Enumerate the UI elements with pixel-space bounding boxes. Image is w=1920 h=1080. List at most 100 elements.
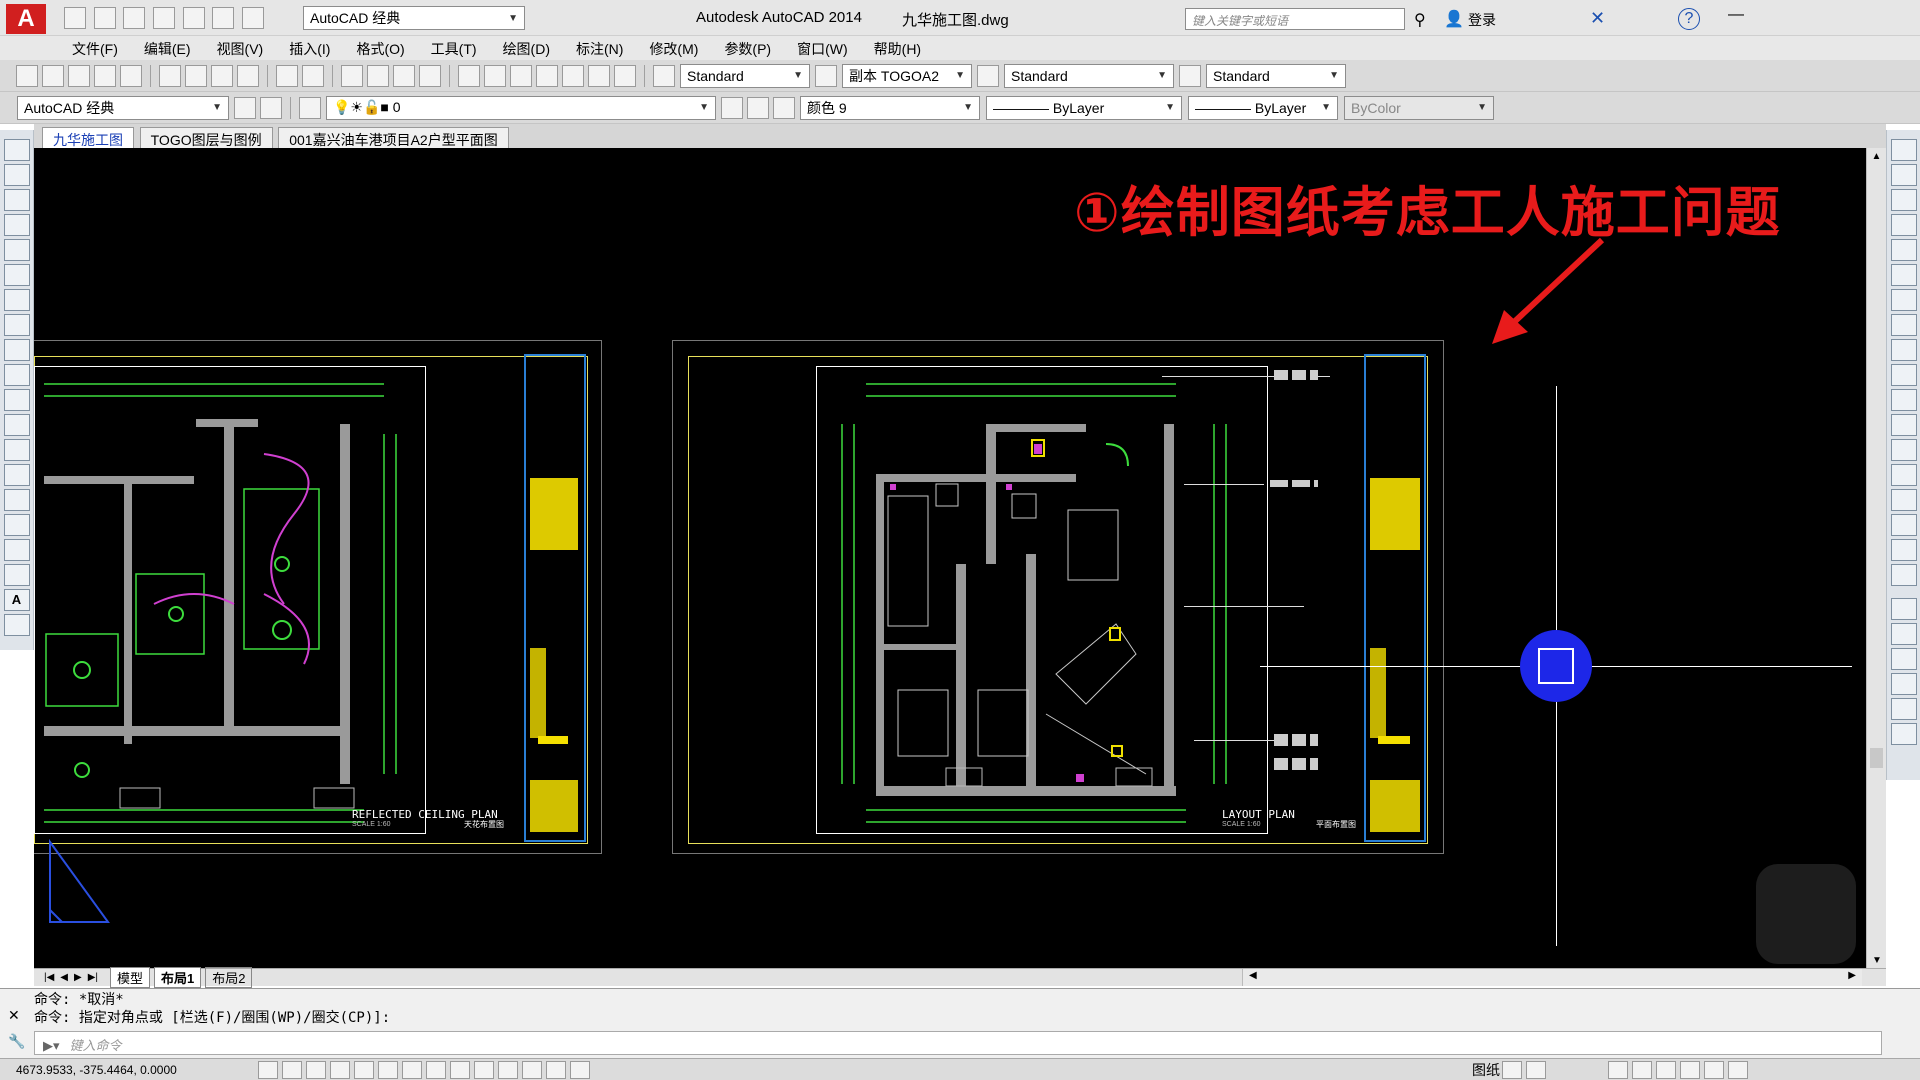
break-icon[interactable] [1890, 439, 1917, 461]
layout-icon[interactable] [1502, 1060, 1522, 1079]
tab-layout2[interactable]: 布局2 [205, 967, 253, 988]
gradient-icon[interactable] [3, 514, 30, 536]
ellipse-arc-icon[interactable] [3, 389, 30, 411]
dim-style-select[interactable]: 副本 TOGOA2 ▼ [842, 63, 972, 88]
menu-window[interactable]: 窗口(W) [797, 39, 848, 60]
region-icon[interactable] [3, 539, 30, 561]
blend-icon[interactable] [1890, 539, 1917, 561]
insert-block-icon[interactable] [3, 414, 30, 436]
layer-state-icon[interactable] [773, 96, 795, 119]
explode-icon[interactable] [1890, 564, 1917, 586]
menu-parametric[interactable]: 参数(P) [724, 39, 771, 60]
copy-object-icon[interactable] [1890, 164, 1917, 186]
draworder-icon[interactable] [1890, 598, 1917, 620]
command-settings-icon[interactable]: 🔧 [8, 1033, 25, 1050]
menu-view[interactable]: 视图(V) [217, 39, 264, 60]
bring-above-icon[interactable] [1890, 673, 1917, 695]
workspace-settings-icon[interactable] [260, 96, 282, 119]
redo-icon[interactable] [241, 7, 264, 29]
coordinates-readout[interactable]: 4673.9533, -375.4464, 0.0000 [16, 1063, 256, 1077]
mtext-icon[interactable]: A [3, 589, 30, 611]
search-input[interactable]: 键入关键字或短语 [1185, 8, 1405, 30]
send-under-icon[interactable] [1890, 698, 1917, 720]
tab-nav-first-icon[interactable]: |◀ [44, 972, 54, 983]
table-icon[interactable] [3, 564, 30, 586]
clean-screen-icon[interactable] [1728, 1060, 1748, 1079]
tab-nav-next-icon[interactable]: ▶ [74, 972, 82, 983]
grid-icon[interactable] [306, 1060, 326, 1079]
redo-icon[interactable] [302, 64, 324, 87]
menu-modify[interactable]: 修改(M) [649, 39, 698, 60]
revcloud-icon[interactable] [3, 314, 30, 336]
match-properties-icon[interactable] [237, 64, 259, 87]
menu-edit[interactable]: 编辑(E) [144, 39, 191, 60]
drawing-canvas[interactable]: ①绘制图纸考虑工人施工问题 REFLECTED CEILING PLAN 天花布… [34, 148, 1886, 968]
text-front-icon[interactable] [1890, 723, 1917, 745]
scroll-thumb[interactable] [1870, 748, 1883, 768]
design-center-icon[interactable] [484, 64, 506, 87]
trim-icon[interactable] [1890, 364, 1917, 386]
horizontal-scrollbar[interactable]: ◀ ▶ [1242, 969, 1862, 986]
annotation-scale-icon[interactable] [1632, 1060, 1652, 1079]
paste-icon[interactable] [211, 64, 233, 87]
spline-icon[interactable] [3, 339, 30, 361]
dim-style-icon[interactable] [815, 64, 837, 87]
scroll-left-icon[interactable]: ◀ [1249, 970, 1257, 981]
vertical-scrollbar[interactable]: ▲ ▼ [1866, 148, 1886, 968]
cut-icon[interactable] [159, 64, 181, 87]
menu-draw[interactable]: 绘图(D) [503, 39, 550, 60]
circle-icon[interactable] [3, 289, 30, 311]
ducs-icon[interactable] [450, 1060, 470, 1079]
save-icon[interactable] [68, 64, 90, 87]
linetype-select[interactable]: ———— ByLayer ▼ [986, 95, 1182, 120]
make-block-icon[interactable] [3, 439, 30, 461]
point-icon[interactable] [3, 464, 30, 486]
join-icon[interactable] [1890, 464, 1917, 486]
workspace-switch-icon[interactable] [1656, 1060, 1676, 1079]
table-style-select[interactable]: Standard ▼ [1004, 63, 1174, 88]
undo-icon[interactable] [212, 7, 235, 29]
new-icon[interactable] [16, 64, 38, 87]
polyline-icon[interactable] [3, 189, 30, 211]
menu-tools[interactable]: 工具(T) [431, 39, 477, 60]
lineweight-select[interactable]: ———— ByLayer ▼ [1188, 95, 1338, 120]
undo-icon[interactable] [276, 64, 298, 87]
ortho-icon[interactable] [330, 1060, 350, 1079]
scroll-up-icon[interactable]: ▲ [1867, 148, 1886, 166]
help-icon[interactable]: ? [1678, 8, 1700, 30]
pan-icon[interactable] [341, 64, 363, 87]
user-icon[interactable]: 👤 [1444, 9, 1464, 29]
table-style-icon[interactable] [977, 64, 999, 87]
preview-icon[interactable] [120, 64, 142, 87]
plotstyle-select[interactable]: ByColor ▼ [1344, 95, 1494, 120]
menu-dimension[interactable]: 标注(N) [576, 39, 623, 60]
array-icon[interactable] [1890, 239, 1917, 261]
dyn-icon[interactable] [474, 1060, 494, 1079]
markup-icon[interactable] [562, 64, 584, 87]
selection-cycling-icon[interactable] [570, 1060, 590, 1079]
tab-nav-prev-icon[interactable]: ◀ [60, 972, 68, 983]
app-logo-icon[interactable]: A [6, 4, 46, 34]
layer-properties-icon[interactable] [299, 96, 321, 119]
layer-previous-icon[interactable] [747, 96, 769, 119]
move-icon[interactable] [1890, 264, 1917, 286]
mirror-icon[interactable] [1890, 189, 1917, 211]
scroll-down-icon[interactable]: ▼ [1867, 955, 1886, 966]
tab-layout1[interactable]: 布局1 [154, 967, 202, 988]
tool-palettes-icon[interactable] [510, 64, 532, 87]
zoom-previous-icon[interactable] [419, 64, 441, 87]
construction-line-icon[interactable] [3, 164, 30, 186]
menu-help[interactable]: 帮助(H) [874, 39, 921, 60]
paper-space-toggle[interactable]: 图纸 [1472, 1060, 1500, 1080]
rectangle-icon[interactable] [3, 239, 30, 261]
transparency-icon[interactable] [522, 1060, 542, 1079]
polygon-icon[interactable] [3, 214, 30, 236]
break-at-point-icon[interactable] [1890, 414, 1917, 436]
bring-front-icon[interactable] [1890, 623, 1917, 645]
new-icon[interactable] [64, 7, 86, 29]
zoom-window-icon[interactable] [393, 64, 415, 87]
multileader-style-select[interactable]: Standard ▼ [1206, 63, 1346, 88]
menu-insert[interactable]: 插入(I) [289, 39, 330, 60]
lock-icon[interactable] [1680, 1060, 1700, 1079]
properties-icon[interactable] [458, 64, 480, 87]
